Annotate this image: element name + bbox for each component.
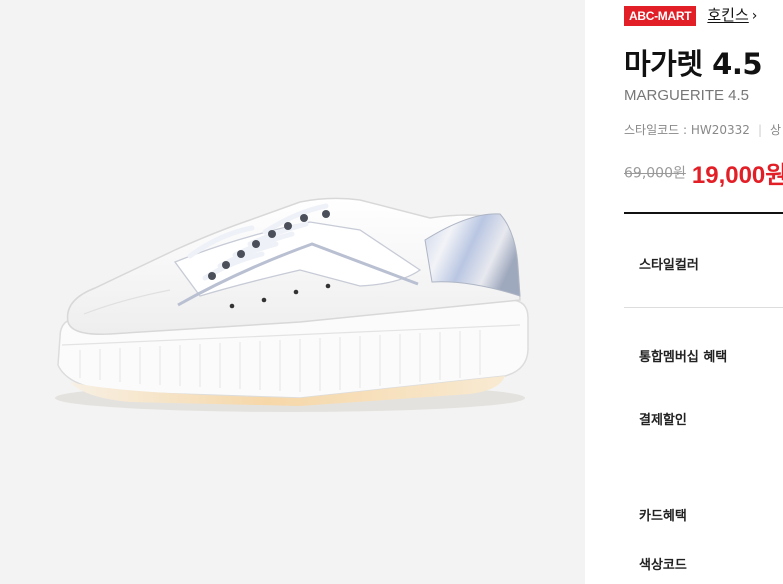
option-card-benefit: 카드혜택 bbox=[639, 509, 687, 524]
product-title: 마가렛 4.5 bbox=[624, 47, 763, 81]
section-divider bbox=[624, 212, 783, 214]
product-info-panel: ABC-MART 호킨스 › 마가렛 4.5 MARGUERITE 4.5 스타일… bbox=[624, 0, 783, 584]
style-code-more: 상 bbox=[769, 123, 782, 137]
product-image-sneaker bbox=[55, 197, 529, 412]
separator: | bbox=[757, 123, 762, 137]
product-subtitle: MARGUERITE 4.5 bbox=[624, 87, 750, 104]
price-original: 69,000원 bbox=[624, 165, 686, 182]
style-code-row: 스타일코드 : HW20332 | 상 bbox=[624, 121, 781, 138]
product-image-gallery[interactable] bbox=[0, 0, 585, 584]
option-divider bbox=[624, 307, 783, 308]
brand-link-label: 호킨스 bbox=[707, 6, 749, 24]
option-membership: 통합멤버십 혜택 bbox=[639, 350, 728, 365]
price-sale: 19,000원 bbox=[691, 162, 783, 189]
option-style-color: 스타일컬러 bbox=[639, 258, 699, 273]
option-color-code: 색상코드 bbox=[639, 558, 687, 573]
brand-badge: ABC-MART bbox=[624, 5, 697, 26]
brand-row: ABC-MART 호킨스 › bbox=[624, 5, 757, 27]
chevron-right-icon: › bbox=[751, 8, 758, 24]
option-payment-discount: 결제할인 bbox=[639, 413, 687, 428]
brand-link[interactable]: 호킨스 › bbox=[707, 5, 757, 26]
price-row: 69,000원 19,000원 bbox=[624, 155, 783, 190]
style-code: 스타일코드 : HW20332 bbox=[624, 123, 750, 137]
